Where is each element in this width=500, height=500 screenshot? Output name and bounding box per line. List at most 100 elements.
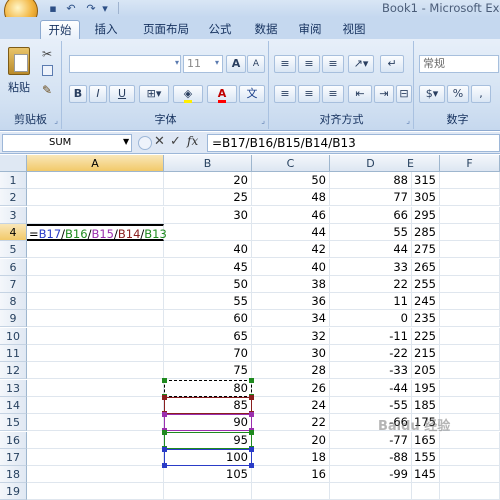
enter-icon[interactable]: ✓ <box>170 134 181 149</box>
cell-f8[interactable] <box>440 293 500 311</box>
tab-view[interactable]: 视图 <box>336 20 372 39</box>
cell-b12[interactable]: 75 <box>164 362 252 380</box>
cell-e8[interactable]: 245 <box>382 293 440 311</box>
shrink-font-button[interactable]: A <box>247 55 265 73</box>
reference-box-b14[interactable] <box>164 396 252 414</box>
cell-e17[interactable]: 155 <box>382 448 440 466</box>
align-top-button[interactable]: ≡ <box>274 55 296 73</box>
cell-c11[interactable]: 30 <box>252 345 330 362</box>
accounting-button[interactable]: $▾ <box>419 85 445 103</box>
cell-a3[interactable] <box>27 206 164 224</box>
wrap-text-button[interactable]: ↵ <box>380 55 404 73</box>
row-header-19[interactable]: 19 <box>0 483 27 500</box>
row-header-8[interactable]: 8 <box>0 293 27 311</box>
active-cell-a4[interactable]: =B17/B16/B15/B14/B13 <box>27 223 167 241</box>
number-format-field[interactable]: 常规 <box>419 55 499 73</box>
cell-b7[interactable]: 50 <box>164 275 252 293</box>
reference-handle[interactable] <box>249 429 254 435</box>
grow-font-button[interactable]: A <box>226 55 246 73</box>
column-header-f[interactable]: F <box>440 155 500 172</box>
cell-f11[interactable] <box>440 345 500 362</box>
cell-f12[interactable] <box>440 362 500 380</box>
fill-color-button[interactable]: ◈ <box>173 85 203 103</box>
cell-e14[interactable]: 185 <box>382 396 440 414</box>
cell-a11[interactable] <box>27 345 164 362</box>
cell-e10[interactable]: 225 <box>382 327 440 345</box>
align-left-button[interactable]: ≡ <box>274 85 296 103</box>
cell-b2[interactable]: 25 <box>164 189 252 207</box>
cell-e19[interactable] <box>382 483 440 500</box>
cell-e3[interactable]: 295 <box>382 206 440 224</box>
column-header-c[interactable]: C <box>252 155 330 172</box>
tab-formulas[interactable]: 公式 <box>202 20 238 39</box>
bold-button[interactable]: B <box>69 85 87 103</box>
reference-handle[interactable] <box>249 462 254 468</box>
cell-a12[interactable] <box>27 362 164 380</box>
row-header-9[interactable]: 9 <box>0 310 27 328</box>
cell-f13[interactable] <box>440 379 500 397</box>
row-header-11[interactable]: 11 <box>0 345 27 362</box>
merge-center-button[interactable]: ⊟ <box>396 85 412 103</box>
reference-handle[interactable] <box>162 446 167 452</box>
row-header-16[interactable]: 16 <box>0 431 27 449</box>
reference-box-b13[interactable] <box>164 379 252 397</box>
cell-b6[interactable]: 45 <box>164 258 252 276</box>
reference-handle[interactable] <box>249 394 254 400</box>
reference-handle[interactable] <box>249 377 254 383</box>
expand-icon[interactable] <box>138 136 152 150</box>
cell-c6[interactable]: 40 <box>252 258 330 276</box>
decrease-indent-button[interactable]: ⇤ <box>348 85 372 103</box>
italic-button[interactable]: I <box>89 85 107 103</box>
font-color-button[interactable]: A <box>207 85 237 103</box>
cell-a10[interactable] <box>27 327 164 345</box>
paste-icon[interactable] <box>8 47 30 75</box>
cell-f9[interactable] <box>440 310 500 328</box>
cell-c14[interactable]: 24 <box>252 396 330 414</box>
column-header-a[interactable]: A <box>27 155 164 172</box>
cell-e9[interactable]: 235 <box>382 310 440 328</box>
cell-e6[interactable]: 265 <box>382 258 440 276</box>
save-icon[interactable]: ▪ <box>44 1 62 16</box>
cell-e12[interactable]: 205 <box>382 362 440 380</box>
cell-c1[interactable]: 50 <box>252 172 330 189</box>
row-header-10[interactable]: 10 <box>0 327 27 345</box>
cell-c4[interactable]: 44 <box>252 223 330 241</box>
select-all-corner[interactable] <box>0 155 27 172</box>
cell-a19[interactable] <box>27 483 164 500</box>
cell-a17[interactable] <box>27 448 164 466</box>
cell-f6[interactable] <box>440 258 500 276</box>
cell-b10[interactable]: 65 <box>164 327 252 345</box>
cell-f19[interactable] <box>440 483 500 500</box>
cell-b8[interactable]: 55 <box>164 293 252 311</box>
cell-a15[interactable] <box>27 414 164 432</box>
cell-f2[interactable] <box>440 189 500 207</box>
cell-e16[interactable]: 165 <box>382 431 440 449</box>
cell-b1[interactable]: 20 <box>164 172 252 189</box>
cell-b9[interactable]: 60 <box>164 310 252 328</box>
cell-f16[interactable] <box>440 431 500 449</box>
name-box[interactable]: SUM <box>2 134 132 152</box>
align-bottom-button[interactable]: ≡ <box>322 55 344 73</box>
align-right-button[interactable]: ≡ <box>322 85 344 103</box>
cell-c10[interactable]: 32 <box>252 327 330 345</box>
cell-f10[interactable] <box>440 327 500 345</box>
cell-e2[interactable]: 305 <box>382 189 440 207</box>
row-header-17[interactable]: 17 <box>0 448 27 466</box>
row-header-12[interactable]: 12 <box>0 362 27 380</box>
cell-a16[interactable] <box>27 431 164 449</box>
cell-f3[interactable] <box>440 206 500 224</box>
row-header-3[interactable]: 3 <box>0 206 27 224</box>
reference-box-b17[interactable] <box>164 448 252 466</box>
cell-b18[interactable]: 105 <box>164 466 252 484</box>
clipboard-launcher-icon[interactable]: ⌟ <box>54 116 58 125</box>
reference-box-b15[interactable] <box>164 414 252 432</box>
row-header-14[interactable]: 14 <box>0 396 27 414</box>
column-header-b[interactable]: B <box>164 155 252 172</box>
row-header-15[interactable]: 15 <box>0 414 27 432</box>
row-header-7[interactable]: 7 <box>0 275 27 293</box>
reference-handle[interactable] <box>162 377 167 383</box>
cell-c18[interactable]: 16 <box>252 466 330 484</box>
tab-data[interactable]: 数据 <box>248 20 284 39</box>
cell-f14[interactable] <box>440 396 500 414</box>
cut-icon[interactable]: ✂ <box>42 47 52 61</box>
